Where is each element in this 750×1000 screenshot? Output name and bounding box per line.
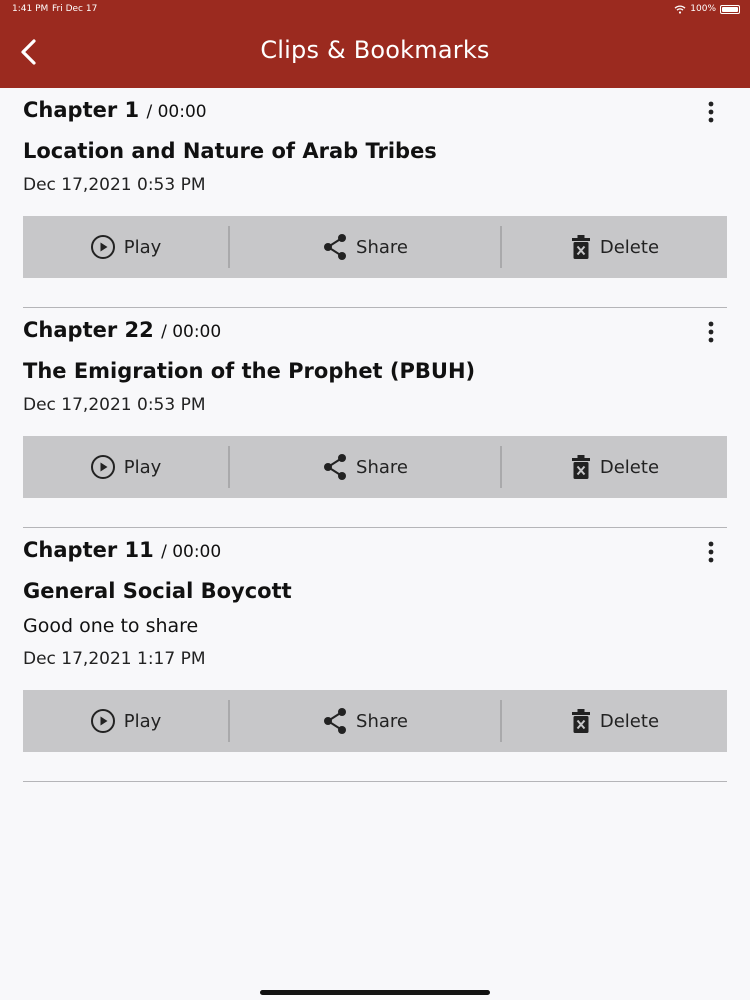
play-button[interactable]: Play bbox=[23, 690, 228, 752]
delete-button[interactable]: Delete bbox=[502, 216, 727, 278]
clip-date: Dec 17,2021 0:53 PM bbox=[23, 175, 206, 195]
clip-title: Location and Nature of Arab Tribes bbox=[23, 139, 437, 163]
clip-date: Dec 17,2021 0:53 PM bbox=[23, 395, 206, 415]
share-label: Share bbox=[356, 710, 408, 732]
battery-icon bbox=[720, 4, 740, 14]
share-label: Share bbox=[356, 456, 408, 478]
delete-label: Delete bbox=[599, 456, 660, 478]
status-indicators: 100% bbox=[674, 4, 740, 14]
play-circle-icon bbox=[90, 235, 115, 259]
delete-button[interactable]: Delete bbox=[502, 690, 727, 752]
clip-title: General Social Boycott bbox=[23, 579, 292, 603]
chapter-label: Chapter 22 bbox=[23, 318, 154, 342]
share-icon bbox=[324, 454, 347, 480]
play-button[interactable]: Play bbox=[23, 216, 228, 278]
chapter-label: Chapter 1 bbox=[23, 98, 140, 122]
clip-note: Good one to share bbox=[23, 615, 199, 637]
app-header: 1:41 PM Fri Dec 17 100% Clips & Bookmark… bbox=[0, 0, 750, 88]
clip-date: Dec 17,2021 1:17 PM bbox=[23, 649, 206, 669]
clip-title: The Emigration of the Prophet (PBUH) bbox=[23, 359, 476, 383]
delete-label: Delete bbox=[599, 236, 660, 258]
chapter-label: Chapter 11 bbox=[23, 538, 154, 562]
share-button[interactable]: Share bbox=[230, 436, 500, 498]
status-bar: 1:41 PM Fri Dec 17 100% bbox=[0, 0, 750, 18]
more-vertical-icon bbox=[708, 101, 714, 123]
more-options-button[interactable] bbox=[699, 100, 723, 126]
trash-icon bbox=[571, 235, 590, 259]
status-time: 1:41 PM bbox=[12, 4, 49, 14]
trash-icon bbox=[571, 709, 590, 733]
clip-duration: / 00:00 bbox=[146, 102, 207, 122]
share-button[interactable]: Share bbox=[230, 216, 500, 278]
clip-card: Chapter 11 / 00:00 General Social Boycot… bbox=[23, 528, 727, 782]
more-options-button[interactable] bbox=[699, 540, 723, 566]
share-label: Share bbox=[356, 236, 408, 258]
play-label: Play bbox=[123, 710, 162, 732]
clip-duration: / 00:00 bbox=[161, 322, 222, 342]
delete-button[interactable]: Delete bbox=[502, 436, 727, 498]
share-icon bbox=[324, 708, 347, 734]
clip-action-bar: Play Share Delete bbox=[23, 436, 727, 498]
share-icon bbox=[324, 234, 347, 260]
clips-list: Chapter 1 / 00:00 Location and Nature of… bbox=[23, 88, 727, 782]
clip-action-bar: Play Share Delete bbox=[23, 690, 727, 752]
clip-duration: / 00:00 bbox=[161, 542, 222, 562]
share-button[interactable]: Share bbox=[230, 690, 500, 752]
home-indicator[interactable] bbox=[260, 990, 490, 995]
trash-icon bbox=[571, 455, 590, 479]
delete-label: Delete bbox=[599, 710, 660, 732]
wifi-icon bbox=[674, 4, 686, 14]
more-options-button[interactable] bbox=[699, 320, 723, 346]
clip-action-bar: Play Share Delete bbox=[23, 216, 727, 278]
battery-percent: 100% bbox=[690, 4, 716, 14]
page-title: Clips & Bookmarks bbox=[260, 36, 490, 64]
play-label: Play bbox=[123, 456, 162, 478]
play-button[interactable]: Play bbox=[23, 436, 228, 498]
more-vertical-icon bbox=[708, 541, 714, 563]
play-label: Play bbox=[123, 236, 162, 258]
clip-card: Chapter 1 / 00:00 Location and Nature of… bbox=[23, 88, 727, 308]
play-circle-icon bbox=[90, 455, 115, 479]
more-vertical-icon bbox=[708, 321, 714, 343]
play-circle-icon bbox=[90, 709, 115, 733]
clip-card: Chapter 22 / 00:00 The Emigration of the… bbox=[23, 308, 727, 528]
status-date: Fri Dec 17 bbox=[52, 4, 98, 14]
